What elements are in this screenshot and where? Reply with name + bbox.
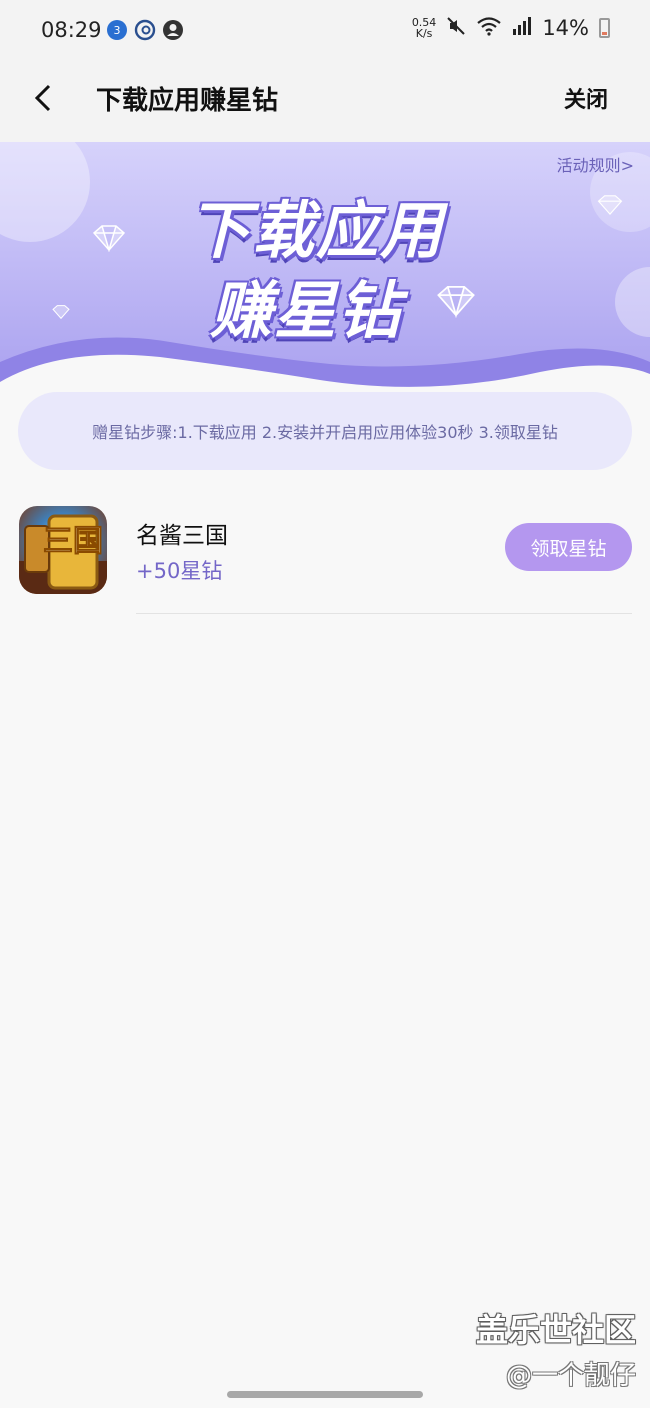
signal-icon (512, 16, 532, 40)
diamond-icon (597, 195, 623, 216)
network-speed-unit: K/s (415, 27, 433, 40)
app-icon[interactable]: 三国 (19, 506, 107, 594)
status-bar: 08:29 3 0.54 K/s 14% (0, 0, 650, 62)
chevron-left-icon (34, 84, 51, 112)
app-notification-icon: 3 (106, 19, 128, 41)
divider (136, 613, 632, 614)
status-time: 08:29 (41, 18, 102, 42)
activity-rules-link[interactable]: 活动规则> (557, 152, 634, 176)
steps-banner: 赠星钻步骤:1.下载应用 2.安装并开启用应用体验30秒 3.领取星钻 (18, 392, 632, 470)
page-title: 下载应用赚星钻 (96, 86, 279, 116)
back-button[interactable] (26, 78, 60, 118)
account-icon (162, 19, 184, 41)
banner-wave (0, 337, 650, 392)
notification-icons: 3 (106, 19, 184, 41)
diamond-icon (92, 225, 126, 252)
battery-percent: 14% (542, 16, 589, 40)
decor-bubble (0, 142, 90, 242)
battery-icon (599, 18, 610, 38)
top-app-bar: 下载应用赚星钻 关闭 (0, 62, 650, 142)
app-icon-glyph: 三国 (43, 524, 103, 559)
watermark-author: @一个靓仔 (505, 1361, 636, 1391)
promo-banner: 活动规则> 下载应用 赚星钻 (0, 142, 650, 392)
mute-icon (446, 16, 466, 40)
home-indicator[interactable] (227, 1391, 423, 1398)
banner-headline-line1: 下载应用 (188, 194, 445, 267)
svg-text:3: 3 (114, 24, 121, 37)
app-name: 名酱三国 (136, 523, 228, 549)
app-reward: +50星钻 (136, 559, 223, 583)
network-speed: 0.54 K/s (412, 17, 437, 39)
claim-reward-button[interactable]: 领取星钻 (505, 523, 632, 571)
steps-text: 赠星钻步骤:1.下载应用 2.安装并开启用应用体验30秒 3.领取星钻 (92, 423, 558, 442)
watermark-community: 盖乐世社区 (475, 1311, 636, 1349)
list-item: 三国 名酱三国 +50星钻 领取星钻 (0, 500, 650, 614)
game-logo-icon: 三国 (19, 514, 107, 594)
wifi-icon (476, 16, 502, 40)
close-button[interactable]: 关闭 (564, 82, 608, 114)
status-right-group: 0.54 K/s 14% (412, 16, 610, 40)
at-sign-icon (134, 19, 156, 41)
